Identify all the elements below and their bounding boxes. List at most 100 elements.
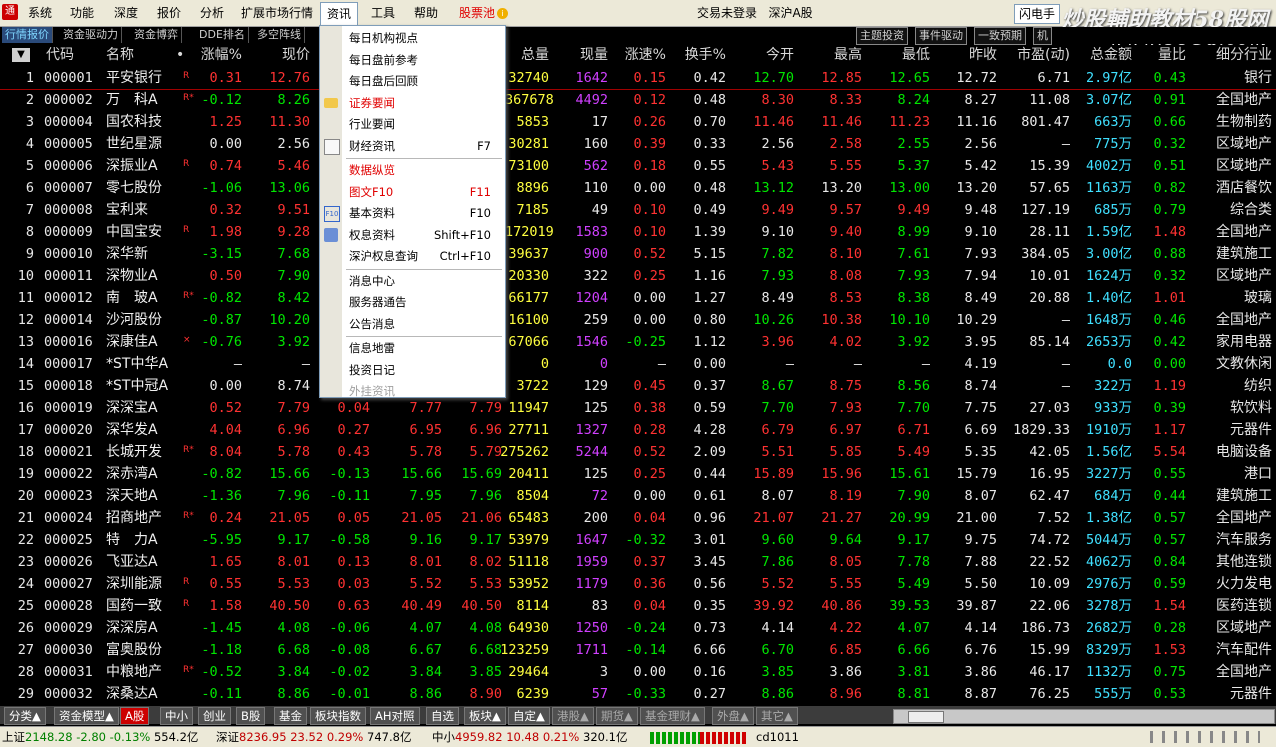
table-row[interactable]: 24 000027 深圳能源 0.55 5.53 0.03 5.52 5.53 53952 117…: [0, 573, 1276, 595]
table-row[interactable]: 20 000023 深天地A -1.36 7.96 -0.11 7.95 7.96 8504 72…: [0, 485, 1276, 507]
col-volume[interactable]: 总量: [505, 45, 549, 65]
category-tab[interactable]: 中小: [160, 707, 193, 725]
tab-long-short[interactable]: 多空阵线: [254, 27, 305, 43]
server-name[interactable]: cd1011: [756, 729, 799, 745]
tab-dde-rank[interactable]: DDE排名: [196, 27, 249, 43]
col-industry[interactable]: 细分行业: [1196, 45, 1272, 65]
menu-item-5[interactable]: 财经资讯 F7: [320, 136, 505, 157]
tab-more[interactable]: 机: [1033, 27, 1052, 45]
tab-fund-game[interactable]: 资金博弈: [131, 27, 182, 43]
col-turnover[interactable]: 换手%: [678, 45, 726, 65]
table-row[interactable]: 26 000029 深深房A -1.45 4.08 -0.06 4.07 4.08 64930 1…: [0, 617, 1276, 639]
tab-fund-drive[interactable]: 资金驱动力: [60, 27, 122, 43]
table-row[interactable]: 17 000020 深华发A 4.04 6.96 0.27 6.95 6.96 27711 132…: [0, 419, 1276, 441]
col-pct-change[interactable]: 涨幅%: [190, 45, 242, 65]
table-row[interactable]: 28 000031 中粮地产 -0.52 3.84 -0.02 3.84 3.85 29464 3…: [0, 661, 1276, 683]
col-current-volume[interactable]: 现量: [562, 45, 608, 65]
menu-function[interactable]: 功能: [64, 0, 100, 26]
category-tab[interactable]: 基金理财▲: [640, 707, 705, 725]
table-row[interactable]: 18 000021 长城开发 8.04 5.78 0.43 5.78 5.79 275262 52…: [0, 441, 1276, 463]
col-low[interactable]: 最低: [886, 45, 930, 65]
category-tab[interactable]: 外盘▲: [712, 707, 754, 725]
menu-tools[interactable]: 工具: [365, 0, 401, 26]
table-row[interactable]: 23 000026 飞亚达A 1.65 8.01 0.13 8.01 8.02 51118 195…: [0, 551, 1276, 573]
category-tab[interactable]: 其它▲: [756, 707, 798, 725]
tab-market-quotes[interactable]: 行情报价: [2, 27, 53, 43]
category-tab[interactable]: AH对照: [370, 707, 420, 725]
category-tab[interactable]: B股: [236, 707, 266, 725]
table-row[interactable]: 25 000028 国药一致 1.58 40.50 0.63 40.49 40.50 8114 8…: [0, 595, 1276, 617]
menu-item-3[interactable]: 证券要闻: [320, 93, 505, 114]
category-tab[interactable]: 期货▲: [596, 707, 638, 725]
table-row[interactable]: 9 000010 深华新 -3.15 7.68 39637 900 0.52 5.15 7.82 8…: [0, 243, 1276, 265]
menu-help[interactable]: 帮助: [408, 0, 444, 26]
col-open[interactable]: 今开: [750, 45, 794, 65]
table-row[interactable]: 3 000004 国农科技 1.25 11.30 5853 17 0.26 0.70 11.46 1…: [0, 111, 1276, 133]
table-row[interactable]: 6 000007 零七股份 -1.06 13.06 8896 110 0.00 0.48 13.1…: [0, 177, 1276, 199]
col-amount[interactable]: 总金额: [1080, 45, 1132, 65]
sz-index-block[interactable]: 深证8236.95 23.52 0.29% 747.8亿: [216, 729, 411, 745]
col-pe[interactable]: 市盈(动): [1008, 45, 1070, 65]
sh-index-block[interactable]: 上证2148.28 -2.80 -0.13% 554.2亿: [2, 729, 198, 745]
menu-item-11[interactable]: 消息中心: [320, 271, 505, 292]
menu-system[interactable]: 系统: [22, 0, 58, 26]
table-row[interactable]: 13 000016 深康佳A -0.76 3.92 67066 1546 -0.25 1.12 3…: [0, 331, 1276, 353]
menu-depth[interactable]: 深度: [108, 0, 144, 26]
category-tab[interactable]: A股: [120, 707, 150, 725]
tab-consensus[interactable]: 一致预期: [974, 27, 1026, 45]
category-tab[interactable]: 创业: [198, 707, 231, 725]
login-box[interactable]: 闪电手: [1014, 4, 1061, 24]
menu-item-13[interactable]: 公告消息: [320, 314, 505, 335]
menu-extended-market[interactable]: 扩展市场行情: [235, 0, 319, 26]
table-row[interactable]: 29 000032 深桑达A -0.11 8.86 -0.01 8.86 8.90 6239 57…: [0, 683, 1276, 705]
menu-stock-pool[interactable]: 股票池 i: [453, 0, 514, 26]
table-row[interactable]: 2 000002 万 科A -0.12 8.26 367678 4492 0.12 0.48 8.…: [0, 89, 1276, 111]
menu-item-1[interactable]: 每日盘前参考: [320, 50, 505, 71]
table-row[interactable]: 22 000025 特 力A -5.95 9.17 -0.58 9.16 9.17 53979 1…: [0, 529, 1276, 551]
table-row[interactable]: 21 000024 招商地产 0.24 21.05 0.05 21.05 21.06 65483…: [0, 507, 1276, 529]
table-row[interactable]: 4 000005 世纪星源 0.00 2.56 30281 160 0.39 0.33 2.56 2…: [0, 133, 1276, 155]
col-name[interactable]: 名称: [106, 45, 134, 65]
menu-item-7[interactable]: 图文F10 F11: [320, 182, 505, 203]
category-tab[interactable]: 板块▲: [464, 707, 506, 725]
table-row[interactable]: 5 000006 深振业A 0.74 5.46 73100 562 0.18 0.55 5.43 5…: [0, 155, 1276, 177]
category-tab[interactable]: 板块指数: [310, 707, 366, 725]
menu-item-2[interactable]: 每日盘后回顾: [320, 71, 505, 92]
table-row[interactable]: 14 000017 *ST中华A — — 0 0 — 0.00 — — — 4.19 — 0.0 0.00 文教…: [0, 353, 1276, 375]
table-row[interactable]: 16 000019 深深宝A 0.52 7.79 0.04 7.77 7.79 11947 125…: [0, 397, 1276, 419]
menu-info[interactable]: 资讯: [320, 2, 359, 27]
table-row[interactable]: 19 000022 深赤湾A -0.82 15.66 -0.13 15.66 15.69 204…: [0, 463, 1276, 485]
table-row[interactable]: 8 000009 中国宝安 1.98 9.28 172019 1583 0.10 1.39 9.1…: [0, 221, 1276, 243]
table-row[interactable]: 12 000014 沙河股份 -0.87 10.20 16100 259 0.00 0.80 10…: [0, 309, 1276, 331]
category-tab[interactable]: 资金模型▲: [54, 707, 119, 725]
menu-item-8[interactable]: F10 基本资料 F10: [320, 203, 505, 224]
category-tab[interactable]: 基金: [274, 707, 307, 725]
tab-event-driven[interactable]: 事件驱动: [915, 27, 967, 45]
menu-item-9[interactable]: 权息资料 Shift+F10: [320, 225, 505, 246]
menu-item-14[interactable]: 信息地雷: [320, 338, 505, 359]
col-speed[interactable]: 涨速%: [616, 45, 666, 65]
horizontal-scrollbar[interactable]: [893, 709, 1275, 724]
category-tab[interactable]: 自定▲: [508, 707, 550, 725]
category-tab[interactable]: 自选: [426, 707, 459, 725]
sort-toggle[interactable]: ▼: [12, 48, 30, 62]
tab-theme-invest[interactable]: 主题投资: [856, 27, 908, 45]
table-row[interactable]: 1 000001 平安银行 0.31 12.76 32740 1642 0.15 0.42 12.…: [0, 67, 1276, 90]
table-row[interactable]: 7 000008 宝利来 0.32 9.51 7185 49 0.10 0.49 9.49 9.57…: [0, 199, 1276, 221]
category-tab[interactable]: 分类▲: [4, 707, 46, 725]
table-row[interactable]: 15 000018 *ST中冠A 0.00 8.74 3722 129 0.45 0.37 8.6…: [0, 375, 1276, 397]
col-prev-close[interactable]: 昨收: [953, 45, 997, 65]
menu-item-4[interactable]: 行业要闻: [320, 114, 505, 135]
scroll-thumb[interactable]: [908, 711, 944, 723]
menu-quote[interactable]: 报价: [151, 0, 187, 26]
col-high[interactable]: 最高: [818, 45, 862, 65]
menu-item-6[interactable]: 数据纵览: [320, 160, 505, 181]
category-tab[interactable]: 港股▲: [552, 707, 594, 725]
menu-analysis[interactable]: 分析: [194, 0, 230, 26]
table-row[interactable]: 10 000011 深物业A 0.50 7.90 20330 322 0.25 1.16 7.93…: [0, 265, 1276, 287]
table-row[interactable]: 11 000012 南 玻A -0.82 8.42 66177 1204 0.00 1.27 8.…: [0, 287, 1276, 309]
menu-item-0[interactable]: 每日机构视点: [320, 28, 505, 49]
tray-icons[interactable]: [1150, 731, 1260, 743]
menu-item-15[interactable]: 投资日记: [320, 360, 505, 381]
zx-index-block[interactable]: 中小4959.82 10.48 0.21% 320.1亿: [432, 729, 627, 745]
